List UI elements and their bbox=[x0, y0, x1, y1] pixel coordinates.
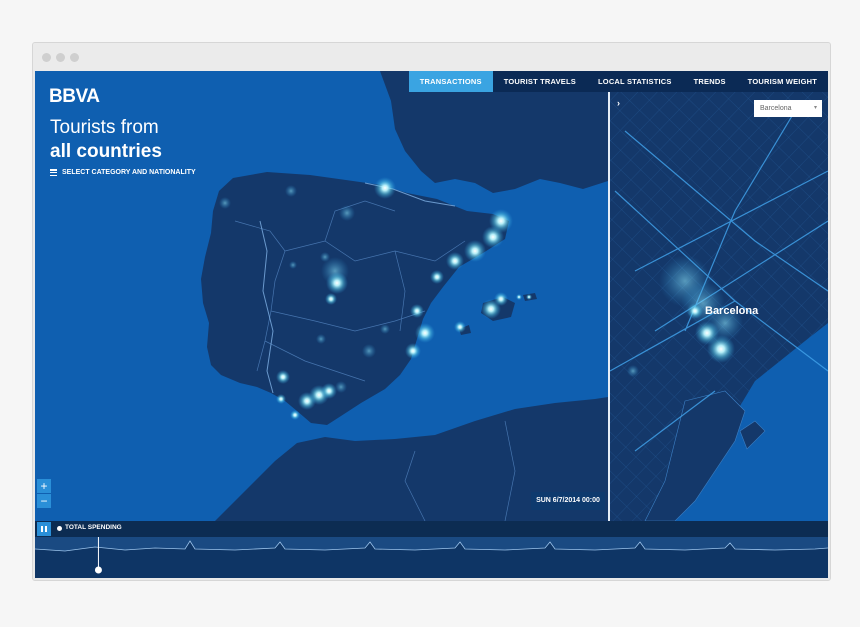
tab-trends[interactable]: TRENDS bbox=[683, 71, 737, 92]
page-title-light: Tourists from bbox=[50, 117, 159, 138]
legend-dot bbox=[57, 526, 62, 531]
zoom-in-button[interactable]: + bbox=[37, 479, 51, 493]
pause-icon-bar bbox=[45, 526, 47, 532]
category-selector-label: SELECT CATEGORY AND NATIONALITY bbox=[62, 169, 196, 176]
pause-icon bbox=[41, 526, 43, 532]
timeline-header: TOTAL SPENDING bbox=[35, 521, 828, 537]
timeline-chart[interactable] bbox=[35, 537, 828, 578]
category-nationality-selector[interactable]: SELECT CATEGORY AND NATIONALITY bbox=[50, 169, 196, 176]
city-dropdown-value: Barcelona bbox=[760, 105, 792, 112]
timeline-spending-area bbox=[35, 541, 828, 578]
split-divider[interactable] bbox=[608, 92, 610, 521]
chevron-right-icon[interactable]: › bbox=[617, 98, 620, 108]
app-canvas: TRANSACTIONS TOURIST TRAVELS LOCAL STATI… bbox=[35, 71, 828, 578]
page-title-bold: all countries bbox=[50, 141, 162, 162]
window-close-dot[interactable] bbox=[42, 53, 51, 62]
bbva-logo[interactable]: BBVA bbox=[49, 86, 100, 108]
tab-local-statistics[interactable]: LOCAL STATISTICS bbox=[587, 71, 683, 92]
city-map-label: Barcelona bbox=[705, 305, 759, 317]
window-minimize-dot[interactable] bbox=[56, 53, 65, 62]
city-dropdown[interactable]: Barcelona ▾ bbox=[754, 100, 822, 117]
menu-icon bbox=[50, 169, 57, 176]
browser-window: TRANSACTIONS TOURIST TRAVELS LOCAL STATI… bbox=[32, 42, 831, 581]
legend-total-spending: TOTAL SPENDING bbox=[65, 524, 122, 531]
chevron-down-icon: ▾ bbox=[813, 105, 817, 111]
timeline-scrubber-handle[interactable] bbox=[94, 566, 102, 574]
map-timestamp: SUN 6/7/2014 00:00 bbox=[531, 492, 605, 510]
tab-tourism-weight[interactable]: TOURISM WEIGHT bbox=[737, 71, 828, 92]
window-maximize-dot[interactable] bbox=[70, 53, 79, 62]
tab-transactions[interactable]: TRANSACTIONS bbox=[408, 71, 493, 92]
window-titlebar bbox=[33, 43, 830, 71]
pause-button[interactable] bbox=[37, 522, 51, 536]
zoom-out-button[interactable]: − bbox=[37, 494, 51, 508]
top-nav: TRANSACTIONS TOURIST TRAVELS LOCAL STATI… bbox=[408, 71, 828, 92]
tab-tourist-travels[interactable]: TOURIST TRAVELS bbox=[493, 71, 587, 92]
timeline-svg bbox=[35, 537, 828, 578]
